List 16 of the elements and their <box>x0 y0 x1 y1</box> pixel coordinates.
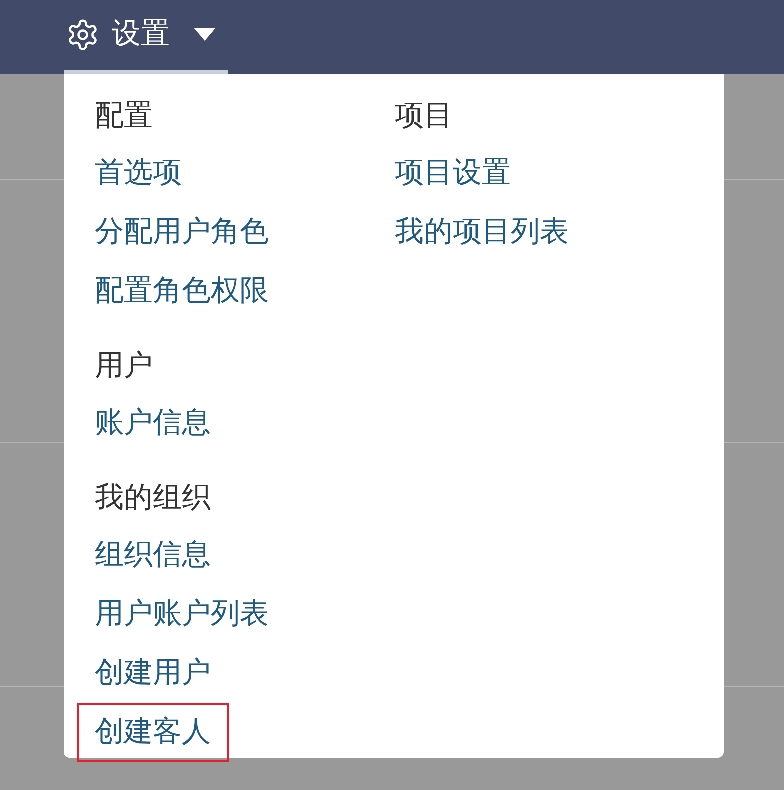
menu-link[interactable]: 配置角色权限 <box>77 262 287 321</box>
menu-link[interactable]: 创建客人 <box>77 703 229 762</box>
menu-link[interactable]: 我的项目列表 <box>377 203 587 262</box>
section-heading: 我的组织 <box>95 481 211 516</box>
menu-link[interactable]: 首选项 <box>77 144 200 203</box>
menu-link[interactable]: 组织信息 <box>77 526 229 585</box>
menu-link[interactable]: 用户账户列表 <box>77 585 287 644</box>
menu-link[interactable]: 账户信息 <box>77 394 229 453</box>
caret-icon <box>194 28 216 42</box>
menu-link[interactable]: 项目设置 <box>377 144 529 203</box>
section-heading: 项目 <box>395 99 453 134</box>
section-heading: 配置 <box>95 99 153 134</box>
section-heading: 用户 <box>95 349 153 384</box>
menu-link[interactable]: 分配用户角色 <box>77 203 287 262</box>
settings-icon <box>66 18 100 52</box>
menu-link[interactable]: 创建用户 <box>77 644 229 703</box>
